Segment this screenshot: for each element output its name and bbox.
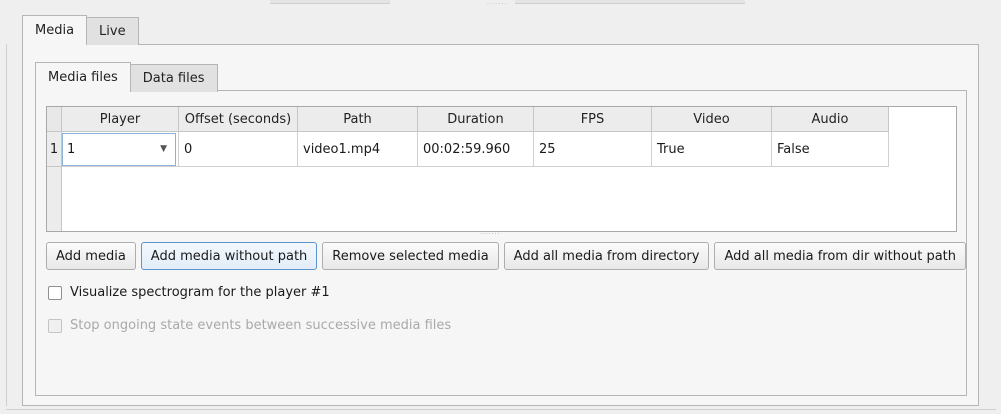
stop-ongoing-state-events-checkbox (48, 318, 62, 333)
offset-cell[interactable]: 0 (179, 132, 298, 167)
outer-tab-bar: Media Live (22, 15, 139, 45)
column-header-fps[interactable]: FPS (534, 107, 652, 132)
column-header-player[interactable]: Player (62, 107, 179, 132)
tab-media[interactable]: Media (22, 15, 88, 45)
remove-selected-media-button[interactable]: Remove selected media (322, 242, 499, 270)
tab-live[interactable]: Live (86, 17, 139, 45)
player-combobox-value: 1 (67, 141, 76, 157)
visualize-spectrogram-label: Visualize spectrogram for the player #1 (70, 285, 330, 300)
column-header-video[interactable]: Video (652, 107, 772, 132)
audio-cell[interactable]: False (772, 132, 889, 167)
stop-ongoing-state-events-label: Stop ongoing state events between succes… (70, 318, 452, 333)
table-corner[interactable] (47, 107, 62, 132)
tab-data-files[interactable]: Data files (129, 64, 218, 92)
media-table[interactable]: Player Offset (seconds) Path Duration FP… (46, 106, 957, 232)
visualize-spectrogram-checkbox[interactable] (48, 285, 62, 300)
table-row[interactable]: 1 1 ▼ 0 video1.mp4 00:02:59.960 25 True … (47, 132, 889, 167)
splitter-grip[interactable]: ······· (487, 2, 507, 8)
column-header-audio[interactable]: Audio (772, 107, 889, 132)
visualize-spectrogram-option[interactable]: Visualize spectrogram for the player #1 (48, 285, 330, 300)
chevron-down-icon[interactable]: ▼ (160, 144, 167, 154)
column-header-offset[interactable]: Offset (seconds) (179, 107, 298, 132)
row-header-filler (47, 167, 62, 231)
media-button-row: Add media Add media without path Remove … (46, 242, 966, 270)
player-cell[interactable]: 1 ▼ (62, 132, 179, 167)
add-all-media-from-directory-button[interactable]: Add all media from directory (503, 242, 710, 270)
table-resize-grip[interactable]: ······· (480, 232, 500, 238)
window-bottom-border (6, 409, 996, 410)
inner-tab-bar: Media files Data files (35, 62, 218, 92)
row-number[interactable]: 1 (47, 132, 62, 167)
table-header: Player Offset (seconds) Path Duration FP… (47, 107, 889, 132)
player-combobox[interactable]: 1 ▼ (62, 132, 176, 166)
top-splitter[interactable]: ······· (0, 0, 1001, 10)
path-cell[interactable]: video1.mp4 (298, 132, 418, 167)
fps-cell[interactable]: 25 (534, 132, 652, 167)
add-all-media-from-dir-without-path-button[interactable]: Add all media from dir without path (714, 242, 966, 270)
video-cell[interactable]: True (652, 132, 772, 167)
column-header-duration[interactable]: Duration (418, 107, 534, 132)
duration-cell[interactable]: 00:02:59.960 (418, 132, 534, 167)
add-media-button[interactable]: Add media (46, 242, 136, 270)
tab-media-files[interactable]: Media files (35, 62, 131, 92)
add-media-without-path-button[interactable]: Add media without path (140, 242, 318, 270)
stop-ongoing-state-events-option: Stop ongoing state events between succes… (48, 318, 451, 333)
column-header-path[interactable]: Path (298, 107, 418, 132)
window-left-border (6, 44, 7, 406)
